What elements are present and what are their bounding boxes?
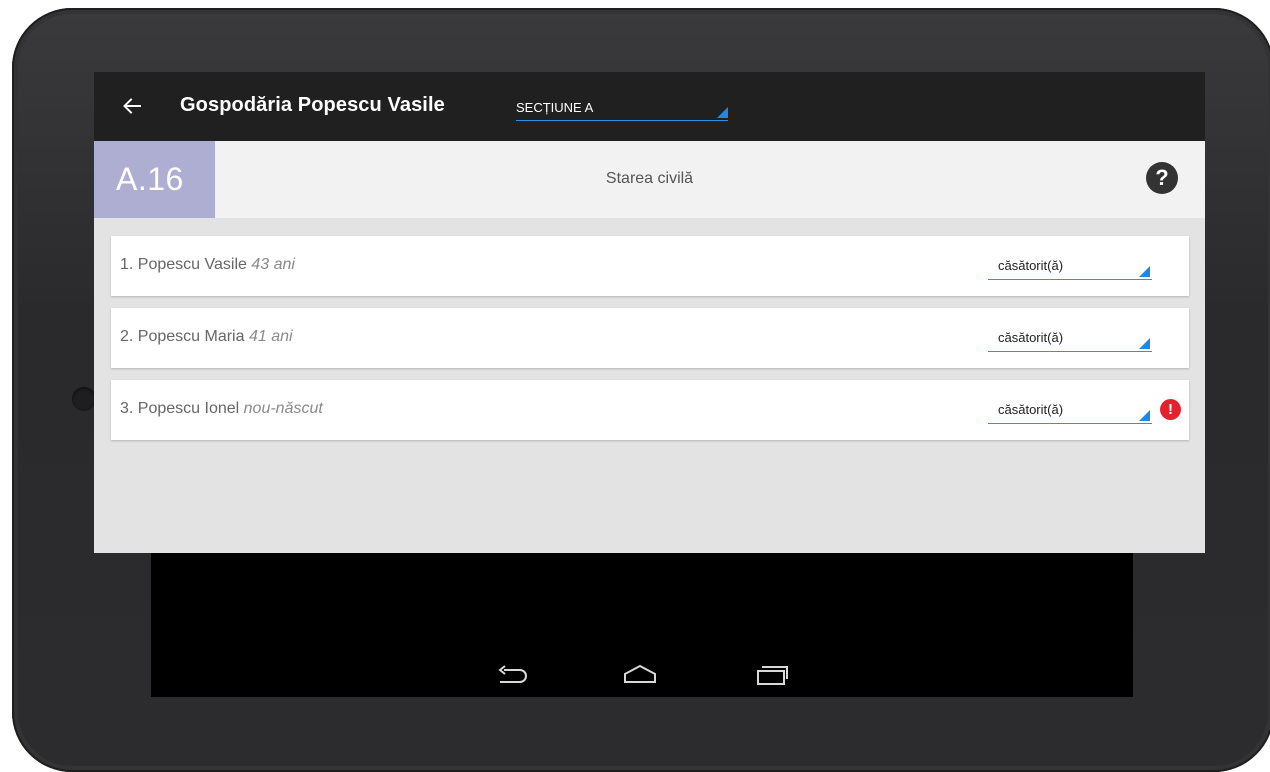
dropdown-triangle-icon <box>1139 410 1150 421</box>
civil-status-value: căsătorit(ă) <box>998 258 1064 273</box>
person-name: 2. Popescu Maria <box>120 328 245 345</box>
person-label: 1. Popescu Vasile 43 ani <box>120 256 295 274</box>
civil-status-dropdown[interactable]: căsătorit(ă) <box>988 399 1152 424</box>
person-name: 3. Popescu Ionel <box>120 400 240 417</box>
person-name: 1. Popescu Vasile <box>120 256 247 273</box>
front-camera <box>72 387 96 411</box>
arrow-left-icon <box>123 98 141 114</box>
person-age: 43 ani <box>251 256 295 273</box>
home-nav-icon[interactable] <box>623 660 657 690</box>
error-icon[interactable]: ! <box>1160 399 1181 420</box>
civil-status-dropdown[interactable]: căsătorit(ă) <box>988 255 1152 280</box>
section-dropdown[interactable]: SECȚIUNE A <box>516 98 728 121</box>
help-button[interactable]: ? <box>1146 162 1178 194</box>
section-title: Starea civilă <box>605 170 694 187</box>
dropdown-triangle-icon <box>1139 266 1150 277</box>
back-nav-icon[interactable] <box>495 660 529 690</box>
dropdown-triangle-icon <box>1139 338 1150 349</box>
back-button[interactable] <box>118 92 146 120</box>
list-item: 2. Popescu Maria 41 ani căsătorit(ă) <box>111 308 1189 368</box>
person-age: nou-născut <box>243 400 323 417</box>
person-label: 3. Popescu Ionel nou-născut <box>120 400 323 418</box>
person-label: 2. Popescu Maria 41 ani <box>120 328 293 346</box>
civil-status-dropdown[interactable]: căsătorit(ă) <box>988 327 1152 352</box>
civil-status-value: căsătorit(ă) <box>998 330 1064 345</box>
recents-nav-icon[interactable] <box>755 660 789 690</box>
section-header: A.16 Starea civilă ? <box>94 141 1205 218</box>
list-item: 3. Popescu Ionel nou-născut căsătorit(ă)… <box>111 380 1189 440</box>
list-item: 1. Popescu Vasile 43 ani căsătorit(ă) <box>111 236 1189 296</box>
app-bar: Gospodăria Popescu Vasile SECȚIUNE A <box>94 72 1205 141</box>
question-mark-icon: ? <box>1155 165 1169 190</box>
civil-status-value: căsătorit(ă) <box>998 402 1064 417</box>
person-age: 41 ani <box>248 328 293 345</box>
app-screen: Gospodăria Popescu Vasile SECȚIUNE A A.1… <box>94 72 1205 553</box>
app-title: Gospodăria Popescu Vasile <box>180 94 445 116</box>
dropdown-triangle-icon <box>717 107 728 118</box>
section-dropdown-value: SECȚIUNE A <box>516 100 594 115</box>
